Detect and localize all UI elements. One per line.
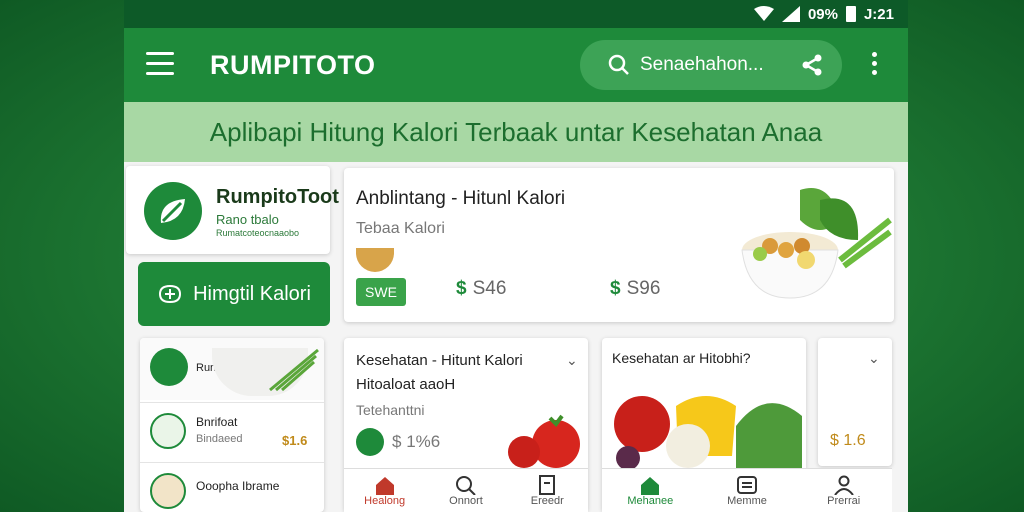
food-card-title-2: Hitoaloat aaoH bbox=[356, 376, 456, 393]
battery-icon bbox=[845, 6, 856, 22]
nav-item-home[interactable]: Healong bbox=[344, 469, 425, 512]
chevron-down-icon[interactable]: ⌄ bbox=[566, 352, 578, 369]
share-icon[interactable] bbox=[800, 53, 824, 77]
herb-image bbox=[269, 348, 319, 392]
left-food-list: Runolteoon Bnrifoat Bindaeed $1.6 Ooopha… bbox=[140, 338, 324, 512]
nav-item-orders[interactable]: Ereedr bbox=[507, 469, 588, 512]
home-icon bbox=[641, 477, 660, 495]
banner-text: Aplibapi Hitung Kalori Terbaak untar Kes… bbox=[209, 116, 823, 147]
nav-label: Prerrai bbox=[827, 495, 861, 507]
headline-banner: Aplibapi Hitung Kalori Terbaak untar Kes… bbox=[124, 102, 908, 162]
vegetables-image bbox=[614, 396, 802, 468]
leaf-icon bbox=[150, 348, 188, 386]
featured-subtitle: Tebaa Kalori bbox=[356, 220, 445, 237]
profile-card[interactable]: RumpitoToot Rano tbalo Rumatcoteocnaaobo bbox=[126, 166, 339, 254]
bottom-nav-right: Mehanee Memme Prerrai bbox=[602, 468, 892, 512]
home-icon bbox=[375, 477, 394, 495]
nav-label: Mehanee bbox=[627, 495, 674, 507]
signal-icon bbox=[781, 6, 800, 22]
food-card-price-value: 1%6 bbox=[406, 432, 441, 451]
search-bar[interactable]: Senaehahon... bbox=[580, 40, 842, 90]
calculator-leaf-icon bbox=[159, 284, 182, 304]
bottom-nav-left: Healong Onnort Ereedr bbox=[344, 468, 588, 512]
featured-price-1-value: S46 bbox=[472, 278, 507, 299]
list-item-value: $1.6 bbox=[282, 433, 308, 448]
list-icon bbox=[737, 476, 757, 494]
vegetable-card-title: Kesehatan ar Hitobhi? bbox=[612, 350, 751, 366]
list-item-subtitle: Bindaeed bbox=[196, 433, 243, 445]
food-card-subtitle: Tetehanttni bbox=[356, 402, 425, 418]
phone-screen: 09% J:21 RUMPITOTO Senaehahon... Aplibap… bbox=[124, 0, 908, 512]
side-card[interactable]: ⌄ $ 1.6 bbox=[818, 338, 892, 466]
bowl-icon bbox=[356, 248, 394, 272]
more-options-icon[interactable] bbox=[872, 52, 880, 78]
app-title: RUMPITOTO bbox=[210, 50, 376, 80]
nav-item-menu[interactable]: Memme bbox=[699, 469, 796, 512]
food-card-price: $ 1%6 bbox=[392, 432, 441, 451]
nutrition-icon bbox=[356, 428, 384, 456]
nav-item-profile[interactable]: Prerrai bbox=[795, 469, 892, 512]
list-item-title: Bnrifoat bbox=[196, 415, 238, 429]
status-bar: 09% J:21 bbox=[124, 0, 908, 28]
nav-label: Healong bbox=[364, 495, 406, 507]
list-item[interactable]: Runolteoon bbox=[140, 338, 324, 400]
save-button[interactable]: SWE bbox=[356, 278, 406, 306]
wifi-icon bbox=[753, 6, 774, 21]
side-card-price: $ 1.6 bbox=[830, 432, 866, 449]
nav-label: Memme bbox=[727, 495, 767, 507]
clock: J:21 bbox=[863, 5, 894, 23]
featured-price-1: $ S46 bbox=[456, 278, 507, 299]
profile-title: RumpitoToot bbox=[216, 186, 339, 208]
salad-bowl-image bbox=[741, 188, 892, 299]
featured-price-2: $ S96 bbox=[610, 278, 661, 299]
avatar bbox=[150, 473, 186, 509]
calculate-calories-button[interactable]: Himgtil Kalori bbox=[138, 262, 330, 326]
list-item[interactable]: Bnrifoat Bindaeed $1.6 bbox=[140, 402, 324, 460]
featured-title: Anblintang - Hitunl Kalori bbox=[356, 188, 566, 209]
chevron-down-icon[interactable]: ⌄ bbox=[868, 350, 880, 367]
search-icon bbox=[608, 54, 629, 75]
nav-item-home[interactable]: Mehanee bbox=[602, 469, 699, 512]
battery-percent: 09% bbox=[807, 5, 838, 23]
nav-item-search[interactable]: Onnort bbox=[425, 469, 506, 512]
food-icon bbox=[150, 413, 186, 449]
list-item[interactable]: Ooopha Ibrame bbox=[140, 462, 324, 512]
featured-card[interactable]: Anblintang - Hitunl Kalori Tebaa Kalori … bbox=[344, 168, 894, 322]
leaf-logo-icon bbox=[160, 199, 185, 223]
food-card-title: Kesehatan - Hitunt Kalori bbox=[356, 352, 523, 369]
calculate-calories-label: Himgtil Kalori bbox=[193, 282, 311, 305]
document-icon bbox=[539, 475, 556, 495]
profile-subtitle: Rano tbalo bbox=[216, 212, 279, 227]
profile-caption: Rumatcoteocnaaobo bbox=[216, 228, 300, 238]
app-bar: RUMPITOTO Senaehahon... bbox=[124, 28, 908, 102]
tomato-image bbox=[508, 414, 580, 468]
nav-label: Onnort bbox=[449, 495, 483, 507]
search-placeholder: Senaehahon... bbox=[640, 54, 764, 75]
list-item-title: Ooopha Ibrame bbox=[196, 479, 280, 493]
profile-icon bbox=[833, 475, 854, 495]
featured-price-2-value: S96 bbox=[626, 278, 661, 299]
menu-icon[interactable] bbox=[146, 52, 174, 76]
search-icon bbox=[455, 476, 476, 495]
nav-label: Ereedr bbox=[530, 495, 564, 507]
app-logo bbox=[144, 182, 202, 240]
